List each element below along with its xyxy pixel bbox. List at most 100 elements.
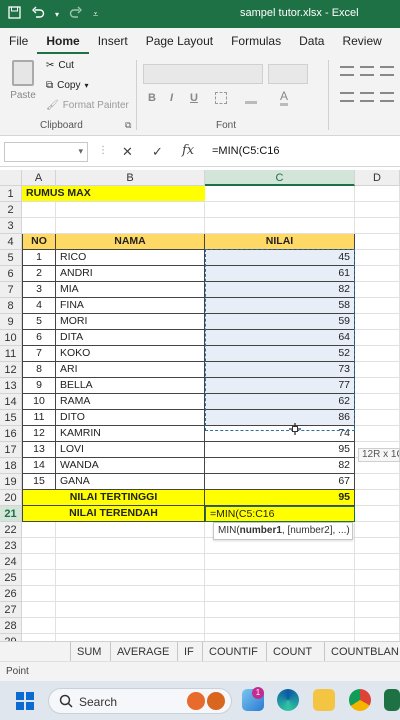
cell-no[interactable]: 15 xyxy=(22,474,56,490)
cell-no[interactable]: 12 xyxy=(22,426,56,442)
row-header[interactable]: 17 xyxy=(0,442,22,458)
cell-no[interactable]: 2 xyxy=(22,266,56,282)
cell-nama[interactable]: GANA xyxy=(56,474,205,490)
borders-icon[interactable] xyxy=(215,92,227,104)
cell[interactable] xyxy=(205,570,355,586)
cell[interactable] xyxy=(355,426,400,442)
font-size-box[interactable] xyxy=(268,64,308,84)
cancel-button[interactable]: ✕ xyxy=(122,144,133,160)
cell[interactable] xyxy=(355,394,400,410)
row-header[interactable]: 10 xyxy=(0,330,22,346)
formula-bar-grip-icon[interactable]: ⋮ xyxy=(98,145,108,156)
name-box[interactable]: ▾ xyxy=(4,142,88,162)
min-label[interactable]: NILAI TERENDAH xyxy=(22,506,205,522)
cell-nilai[interactable]: 95 xyxy=(205,442,355,458)
cell-no[interactable]: 5 xyxy=(22,314,56,330)
max-label[interactable]: NILAI TERTINGGI xyxy=(22,490,205,506)
cell-no[interactable]: 13 xyxy=(22,442,56,458)
tab-view[interactable]: V xyxy=(391,28,400,54)
save-icon[interactable] xyxy=(8,6,21,22)
align-top-icon[interactable] xyxy=(340,66,354,76)
formula-input[interactable]: =MIN(C5:C16 xyxy=(212,145,280,157)
column-header-a[interactable]: A xyxy=(22,170,56,186)
cut-button[interactable]: ✂ Cut xyxy=(46,60,74,71)
cell-nama[interactable]: RAMA xyxy=(56,394,205,410)
column-header-d[interactable]: D xyxy=(355,170,400,186)
cell[interactable] xyxy=(205,586,355,602)
cell[interactable] xyxy=(355,522,400,538)
cell[interactable] xyxy=(355,538,400,554)
cell-no[interactable]: 10 xyxy=(22,394,56,410)
cell[interactable] xyxy=(56,570,205,586)
row-header[interactable]: 12 xyxy=(0,362,22,378)
fill-color-icon[interactable] xyxy=(245,92,257,104)
cell-nama[interactable]: MIA xyxy=(56,282,205,298)
row-header[interactable]: 6 xyxy=(0,266,22,282)
tab-page-layout[interactable]: Page Layout xyxy=(137,28,222,54)
cell[interactable] xyxy=(56,218,205,234)
row-header[interactable]: 21 xyxy=(0,506,22,522)
row-header[interactable]: 14 xyxy=(0,394,22,410)
sheet-tab-count[interactable]: COUNT xyxy=(266,642,318,662)
excel-app-icon[interactable] xyxy=(384,689,400,711)
cell[interactable] xyxy=(22,202,56,218)
undo-dropdown-icon[interactable]: ▾ xyxy=(55,10,59,19)
align-right-icon[interactable] xyxy=(380,92,394,102)
cell[interactable] xyxy=(22,538,56,554)
row-header[interactable]: 1 xyxy=(0,186,22,202)
cell-nama[interactable]: WANDA xyxy=(56,458,205,474)
title-cell[interactable]: RUMUS MAX xyxy=(22,186,205,202)
row-header[interactable]: 15 xyxy=(0,410,22,426)
row-header[interactable]: 8 xyxy=(0,298,22,314)
align-middle-icon[interactable] xyxy=(360,66,374,76)
cell-nama[interactable]: DITO xyxy=(56,410,205,426)
cell-nama[interactable]: LOVI xyxy=(56,442,205,458)
windows-start-icon[interactable] xyxy=(16,692,34,710)
cell-nama[interactable]: KAMRIN xyxy=(56,426,205,442)
sheet-tab-countif[interactable]: COUNTIF xyxy=(202,642,264,662)
dialog-launcher-icon[interactable]: ⧉ xyxy=(125,120,131,131)
cell[interactable] xyxy=(22,554,56,570)
cell-no[interactable]: 7 xyxy=(22,346,56,362)
cell[interactable] xyxy=(205,218,355,234)
cell[interactable] xyxy=(355,362,400,378)
cell[interactable] xyxy=(355,554,400,570)
cell[interactable] xyxy=(355,618,400,634)
row-header[interactable]: 24 xyxy=(0,554,22,570)
tab-formulas[interactable]: Formulas xyxy=(222,28,290,54)
cell[interactable] xyxy=(205,186,355,202)
sheet-tab-if[interactable]: IF xyxy=(177,642,200,662)
cell[interactable] xyxy=(56,538,205,554)
cell-no[interactable]: 11 xyxy=(22,410,56,426)
tab-review[interactable]: Review xyxy=(333,28,390,54)
tab-insert[interactable]: Insert xyxy=(89,28,137,54)
cell-nama[interactable]: ARI xyxy=(56,362,205,378)
cell[interactable] xyxy=(205,538,355,554)
row-header[interactable]: 13 xyxy=(0,378,22,394)
header-nama[interactable]: NAMA xyxy=(56,234,205,250)
italic-button[interactable]: I xyxy=(170,92,173,104)
cell-nama[interactable]: KOKO xyxy=(56,346,205,362)
enter-button[interactable]: ✓ xyxy=(152,144,163,160)
cell[interactable] xyxy=(355,314,400,330)
cell[interactable] xyxy=(56,586,205,602)
row-header[interactable]: 19 xyxy=(0,474,22,490)
cell-nama[interactable]: ANDRI xyxy=(56,266,205,282)
cell[interactable] xyxy=(355,410,400,426)
cell[interactable] xyxy=(56,618,205,634)
select-all-corner[interactable] xyxy=(0,170,22,186)
cell[interactable] xyxy=(355,506,400,522)
row-header[interactable]: 28 xyxy=(0,618,22,634)
cell[interactable] xyxy=(205,618,355,634)
row-header[interactable]: 5 xyxy=(0,250,22,266)
cell[interactable] xyxy=(22,586,56,602)
cell[interactable] xyxy=(355,346,400,362)
header-no[interactable]: NO xyxy=(22,234,56,250)
row-header[interactable]: 7 xyxy=(0,282,22,298)
tab-file[interactable]: File xyxy=(0,28,37,54)
cell[interactable] xyxy=(205,554,355,570)
row-header[interactable]: 25 xyxy=(0,570,22,586)
cell-nama[interactable]: RICO xyxy=(56,250,205,266)
max-value[interactable]: 95 xyxy=(205,490,355,506)
taskbar-search[interactable]: Search xyxy=(48,688,232,714)
